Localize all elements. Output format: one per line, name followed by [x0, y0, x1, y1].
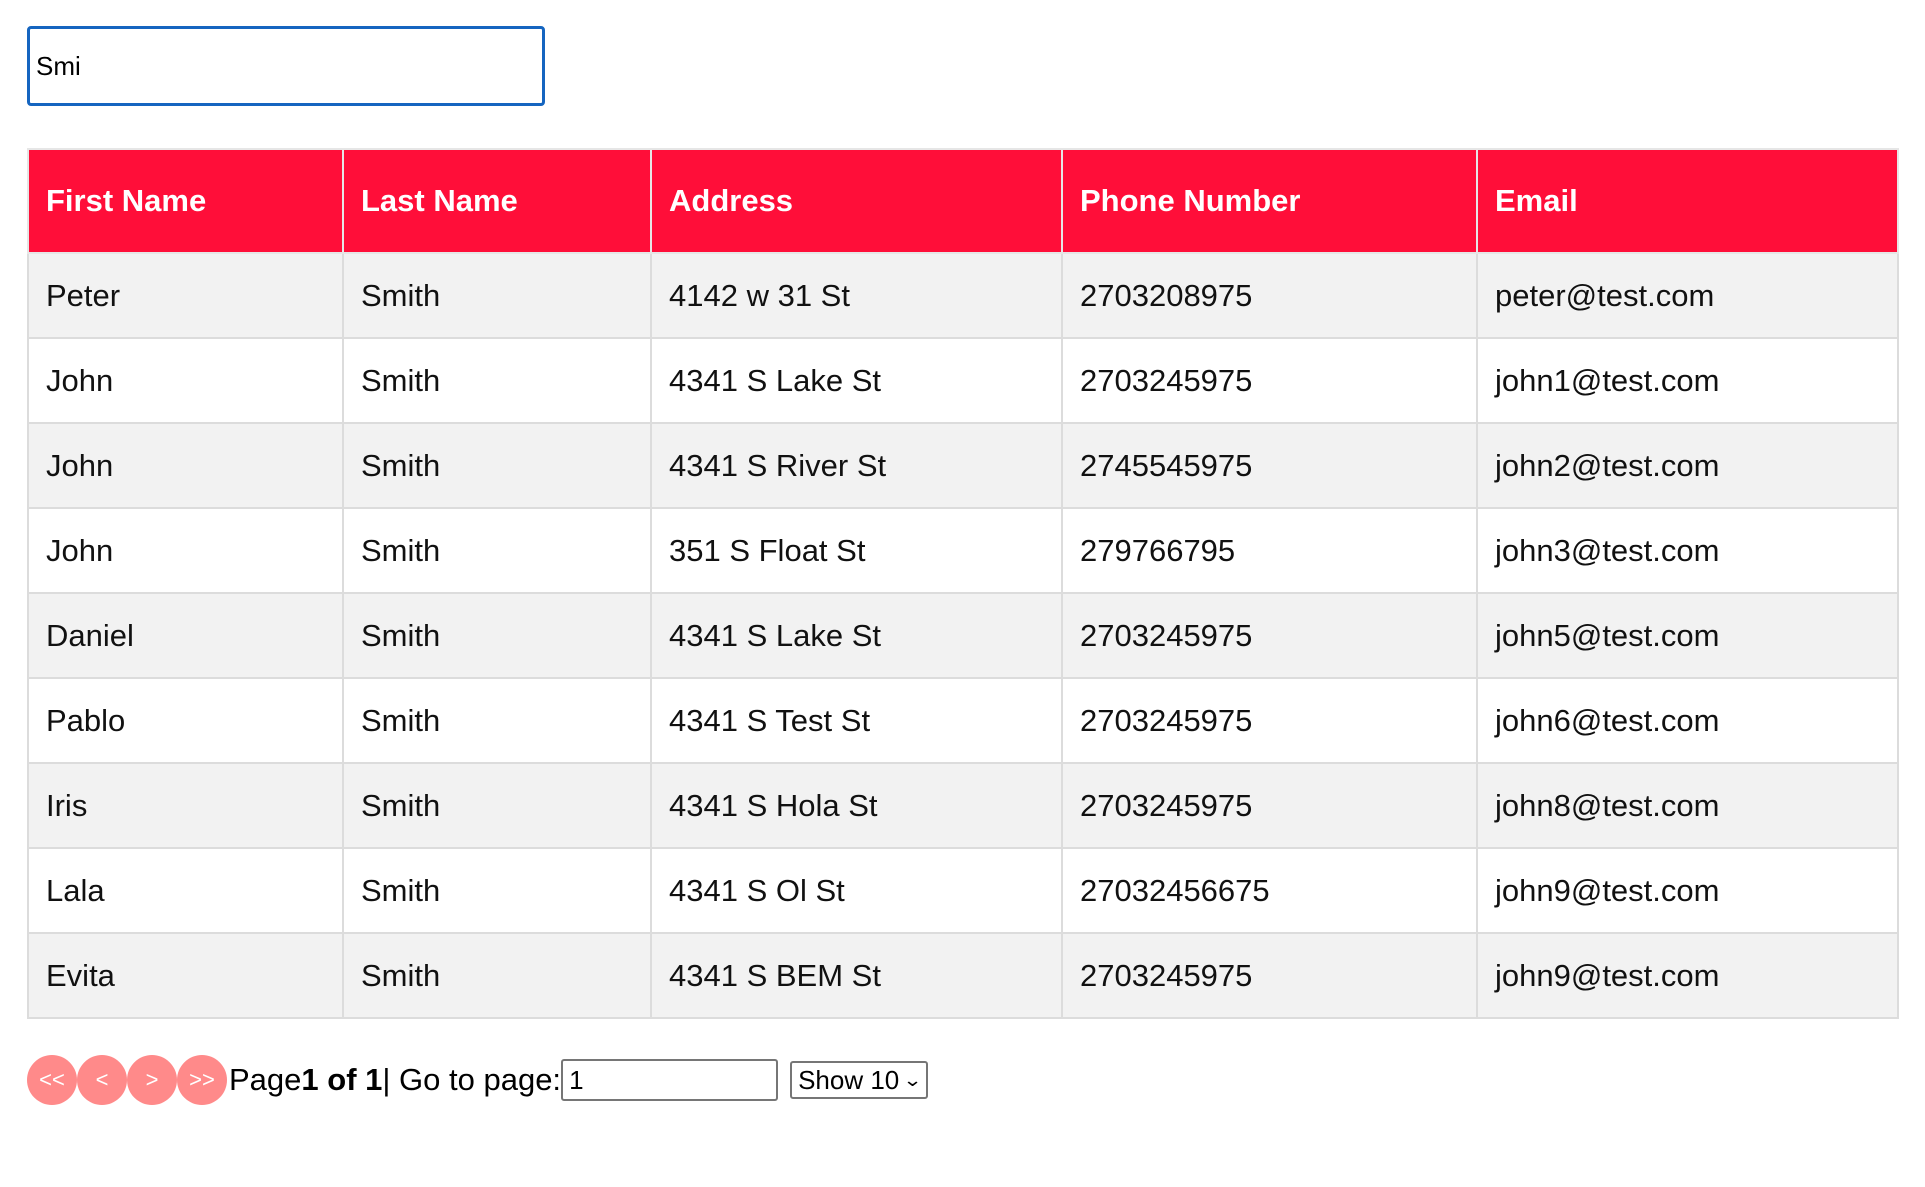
- cell-phone-number: 2703245975: [1061, 677, 1478, 764]
- cell-address: 4341 S Ol St: [650, 847, 1063, 934]
- page-label: Page: [229, 1062, 302, 1097]
- cell-first-name: Daniel: [27, 592, 344, 679]
- cell-email: john3@test.com: [1476, 507, 1899, 594]
- cell-last-name: Smith: [342, 592, 652, 679]
- table-row[interactable]: Evita Smith 4341 S BEM St 2703245975 john9@t…: [27, 932, 1899, 1019]
- cell-email: john8@test.com: [1476, 762, 1899, 849]
- cell-last-name: Smith: [342, 252, 652, 339]
- go-to-page-input[interactable]: [561, 1059, 779, 1101]
- table-row[interactable]: Peter Smith 4142 w 31 St 2703208975 peter@te…: [27, 252, 1899, 339]
- table-row[interactable]: Pablo Smith 4341 S Test St 2703245975 john6@…: [27, 677, 1899, 764]
- cell-phone-number: 2703245975: [1061, 932, 1478, 1019]
- column-header-first-name[interactable]: First Name: [27, 148, 344, 254]
- page-size-value: Show 10: [798, 1064, 900, 1095]
- cell-phone-number: 2745545975: [1061, 422, 1478, 509]
- cell-last-name: Smith: [342, 507, 652, 594]
- table-body: Peter Smith 4142 w 31 St 2703208975 peter@te…: [27, 252, 1899, 1019]
- cell-last-name: Smith: [342, 762, 652, 849]
- column-header-last-name[interactable]: Last Name: [342, 148, 652, 254]
- cell-email: john9@test.com: [1476, 847, 1899, 934]
- cell-first-name: Peter: [27, 252, 344, 339]
- cell-first-name: Lala: [27, 847, 344, 934]
- cell-first-name: John: [27, 507, 344, 594]
- cell-phone-number: 2703245975: [1061, 337, 1478, 424]
- column-header-address[interactable]: Address: [650, 148, 1063, 254]
- cell-last-name: Smith: [342, 847, 652, 934]
- cell-first-name: Pablo: [27, 677, 344, 764]
- cell-last-name: Smith: [342, 932, 652, 1019]
- cell-first-name: John: [27, 422, 344, 509]
- last-page-button[interactable]: >>: [177, 1055, 227, 1105]
- cell-phone-number: 2703245975: [1061, 762, 1478, 849]
- go-to-page-label: | Go to page:: [382, 1062, 562, 1097]
- search-container: [27, 26, 545, 106]
- search-input[interactable]: [27, 26, 545, 106]
- data-table: First Name Last Name Address Phone Numbe…: [27, 148, 1899, 1019]
- table-row[interactable]: John Smith 351 S Float St 279766795 john3@te…: [27, 507, 1899, 594]
- cell-phone-number: 2703208975: [1061, 252, 1478, 339]
- table-row[interactable]: John Smith 4341 S River St 2745545975 john2@…: [27, 422, 1899, 509]
- cell-address: 4341 S Test St: [650, 677, 1063, 764]
- cell-phone-number: 279766795: [1061, 507, 1478, 594]
- cell-address: 4341 S BEM St: [650, 932, 1063, 1019]
- cell-email: peter@test.com: [1476, 252, 1899, 339]
- cell-address: 4142 w 31 St: [650, 252, 1063, 339]
- cell-email: john2@test.com: [1476, 422, 1899, 509]
- page-status: 1 of 1: [301, 1062, 383, 1097]
- cell-email: john1@test.com: [1476, 337, 1899, 424]
- table-row[interactable]: John Smith 4341 S Lake St 2703245975 john1@t…: [27, 337, 1899, 424]
- page-indicator: Page1 of 1| Go to page:: [229, 1062, 561, 1098]
- pagination-bar: << < > >> Page1 of 1| Go to page: Show 1…: [27, 1054, 929, 1106]
- cell-address: 4341 S Hola St: [650, 762, 1063, 849]
- page-size-select[interactable]: Show 10 ⌄: [790, 1061, 929, 1099]
- table-row[interactable]: Daniel Smith 4341 S Lake St 2703245975 john5…: [27, 592, 1899, 679]
- cell-address: 351 S Float St: [650, 507, 1063, 594]
- table-header-row: First Name Last Name Address Phone Numbe…: [27, 148, 1899, 254]
- cell-first-name: Iris: [27, 762, 344, 849]
- cell-phone-number: 2703245975: [1061, 592, 1478, 679]
- data-table-container: First Name Last Name Address Phone Numbe…: [27, 148, 1899, 1019]
- table-row[interactable]: Iris Smith 4341 S Hola St 2703245975 john8@t…: [27, 762, 1899, 849]
- cell-email: john6@test.com: [1476, 677, 1899, 764]
- next-page-button[interactable]: >: [127, 1055, 177, 1105]
- chevron-down-icon: ⌄: [902, 1069, 923, 1090]
- previous-page-button[interactable]: <: [77, 1055, 127, 1105]
- first-page-button[interactable]: <<: [27, 1055, 77, 1105]
- cell-last-name: Smith: [342, 337, 652, 424]
- column-header-email[interactable]: Email: [1476, 148, 1899, 254]
- cell-email: john9@test.com: [1476, 932, 1899, 1019]
- cell-first-name: John: [27, 337, 344, 424]
- column-header-phone-number[interactable]: Phone Number: [1061, 148, 1478, 254]
- cell-last-name: Smith: [342, 422, 652, 509]
- cell-address: 4341 S River St: [650, 422, 1063, 509]
- table-row[interactable]: Lala Smith 4341 S Ol St 27032456675 john9@te…: [27, 847, 1899, 934]
- cell-last-name: Smith: [342, 677, 652, 764]
- cell-first-name: Evita: [27, 932, 344, 1019]
- cell-address: 4341 S Lake St: [650, 592, 1063, 679]
- cell-address: 4341 S Lake St: [650, 337, 1063, 424]
- table-header: First Name Last Name Address Phone Numbe…: [27, 148, 1899, 254]
- cell-phone-number: 27032456675: [1061, 847, 1478, 934]
- cell-email: john5@test.com: [1476, 592, 1899, 679]
